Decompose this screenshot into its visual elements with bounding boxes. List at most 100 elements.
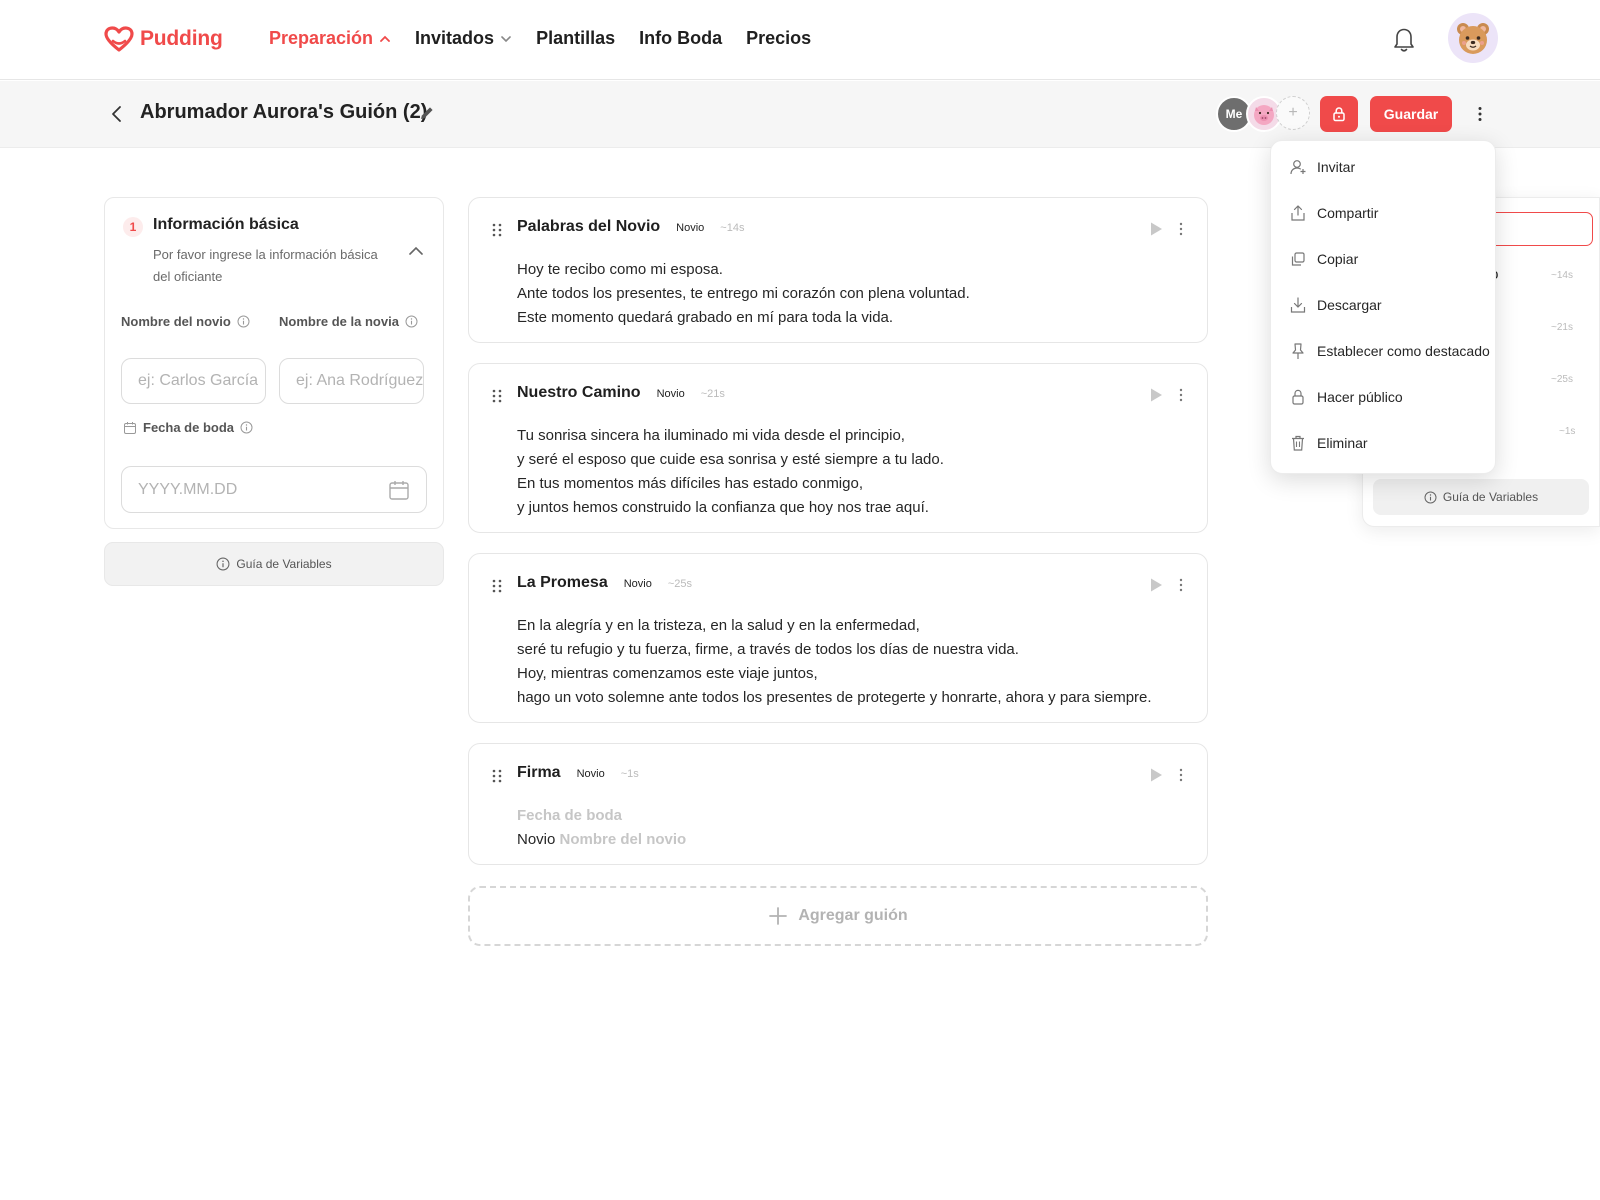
menu-item-delete[interactable]: Eliminar [1271, 425, 1497, 461]
menu-item-make-public[interactable]: Hacer público [1271, 379, 1497, 415]
outline-item-duration: ~14s [1551, 270, 1573, 281]
bear-avatar-icon [1457, 23, 1489, 54]
info-icon [216, 557, 230, 571]
script-line: y seré el esposo que cuide esa sonrisa y… [517, 451, 944, 468]
script-card[interactable]: Nuestro Camino Novio ~21s Tu sonrisa sin… [468, 363, 1208, 533]
script-header: Abrumador Aurora's Guión (2) Me + Guarda… [0, 81, 1600, 148]
menu-item-download[interactable]: Descargar [1271, 287, 1497, 323]
variable-guide-button[interactable]: Guía de Variables [1373, 479, 1589, 515]
script-duration: ~21s [700, 388, 725, 400]
groom-name-label: Nombre del novio [121, 314, 250, 329]
brand-logo[interactable]: Pudding [104, 26, 223, 52]
script-line: Hoy te recibo como mi esposa. [517, 261, 723, 278]
script-body[interactable]: En la alegría y en la tristeza, en la sa… [517, 614, 1152, 710]
kebab-menu-icon[interactable] [1177, 577, 1185, 593]
chevron-up-icon [380, 35, 390, 42]
bell-icon[interactable] [1390, 24, 1418, 54]
menu-item-set-featured[interactable]: Establecer como destacado [1271, 333, 1497, 369]
variable-guide-button[interactable]: Guía de Variables [104, 542, 444, 586]
kebab-menu-icon[interactable] [1177, 387, 1185, 403]
basic-info-card: 1 Información básica Por favor ingrese l… [104, 197, 444, 529]
play-icon[interactable] [1149, 387, 1163, 403]
section-description: Por favor ingrese la información básica … [153, 247, 378, 284]
play-icon[interactable] [1149, 221, 1163, 237]
main-menu: Preparación Invitados Plantillas Info Bo… [269, 28, 811, 49]
script-card[interactable]: Palabras del Novio Novio ~14s Hoy te rec… [468, 197, 1208, 343]
collaborators: Me + [1216, 96, 1310, 132]
script-card-header: Firma Novio ~1s [517, 764, 639, 782]
script-role: Novio [676, 222, 705, 234]
script-body[interactable]: Fecha de boda Novio Nombre del novio [517, 804, 686, 852]
menu-item-invite[interactable]: Invitar [1271, 149, 1497, 185]
plus-icon [769, 907, 788, 925]
script-line: Hoy, mientras comenzamos este viaje junt… [517, 665, 818, 682]
add-collaborator-button[interactable]: + [1276, 96, 1310, 130]
save-button[interactable]: Guardar [1370, 96, 1452, 132]
section-title: Información básica [153, 216, 299, 233]
menu-item-share[interactable]: Compartir [1271, 195, 1497, 231]
input-placeholder: ej: Carlos García [138, 372, 259, 389]
script-body[interactable]: Tu sonrisa sincera ha iluminado mi vida … [517, 424, 944, 520]
kebab-menu-icon[interactable] [1177, 221, 1185, 237]
drag-handle-icon[interactable] [491, 222, 503, 238]
user-avatar[interactable] [1448, 13, 1498, 63]
script-role: Novio [623, 578, 652, 590]
lock-button[interactable] [1320, 96, 1358, 132]
bride-name-label: Nombre de la novia [279, 314, 418, 329]
chevron-up-icon[interactable] [407, 242, 425, 260]
calendar-icon [124, 421, 136, 434]
info-icon[interactable] [240, 421, 253, 434]
menu-item-label: Compartir [1317, 205, 1379, 221]
brand-name: Pudding [140, 27, 223, 50]
share-icon [1291, 205, 1305, 221]
script-card[interactable]: Firma Novio ~1s Fecha de boda Novio Nomb… [468, 743, 1208, 865]
pencil-icon[interactable] [418, 104, 436, 122]
menu-item-label: Establecer como destacado [1317, 343, 1490, 359]
kebab-menu-icon[interactable] [1177, 767, 1185, 783]
nav-item-precios[interactable]: Precios [746, 28, 811, 49]
outline-item-duration: ~25s [1551, 374, 1573, 385]
groom-name-input[interactable]: ej: Carlos García [121, 358, 266, 404]
script-card[interactable]: La Promesa Novio ~25s En la alegría y en… [468, 553, 1208, 723]
options-dropdown-menu: Invitar Compartir Copiar Descargar Estab… [1270, 140, 1496, 474]
add-script-button[interactable]: Agregar guión [468, 886, 1208, 946]
nav-item-info-boda[interactable]: Info Boda [639, 28, 722, 49]
nav-item-plantillas[interactable]: Plantillas [536, 28, 615, 49]
script-body[interactable]: Hoy te recibo como mi esposa. Ante todos… [517, 258, 970, 330]
nav-item-label: Invitados [415, 28, 495, 48]
script-role: Novio [576, 768, 605, 780]
info-icon[interactable] [237, 315, 250, 328]
script-line: y juntos hemos construido la confianza q… [517, 499, 929, 516]
wedding-date-input[interactable]: YYYY.MM.DD [121, 466, 427, 513]
nav-item-preparacion[interactable]: Preparación [269, 28, 391, 49]
drag-handle-icon[interactable] [491, 768, 503, 784]
calendar-icon[interactable] [388, 479, 410, 501]
page-title: Abrumador Aurora's Guión (2) [140, 101, 428, 123]
more-options-button[interactable] [1470, 103, 1490, 125]
guide-label: Guía de Variables [236, 557, 332, 571]
info-icon[interactable] [405, 315, 418, 328]
signer-prefix: Novio [517, 831, 556, 848]
script-line: Este momento quedará grabado en mí para … [517, 309, 894, 326]
script-duration: ~14s [720, 222, 745, 234]
menu-item-copy[interactable]: Copiar [1271, 241, 1497, 277]
drag-handle-icon[interactable] [491, 578, 503, 594]
lock-icon [1292, 389, 1304, 405]
bride-name-input[interactable]: ej: Ana Rodríguez [279, 358, 424, 404]
guide-label: Guía de Variables [1442, 490, 1539, 504]
outline-item-duration: ~1s [1559, 426, 1576, 437]
back-arrow-icon[interactable] [106, 103, 128, 125]
play-icon[interactable] [1149, 767, 1163, 783]
script-card-header: La Promesa Novio ~25s [517, 574, 692, 592]
play-icon[interactable] [1149, 577, 1163, 593]
step-number: 1 [123, 217, 143, 237]
script-duration: ~25s [667, 578, 693, 590]
nav-item-invitados[interactable]: Invitados [415, 28, 512, 49]
drag-handle-icon[interactable] [491, 388, 503, 404]
pin-icon [1292, 343, 1304, 359]
add-script-label: Agregar guión [798, 907, 908, 924]
groom-name-variable-placeholder: Nombre del novio [559, 831, 687, 848]
info-icon [1424, 491, 1437, 503]
script-card-header: Nuestro Camino Novio ~21s [517, 384, 725, 402]
script-duration: ~1s [620, 768, 639, 780]
